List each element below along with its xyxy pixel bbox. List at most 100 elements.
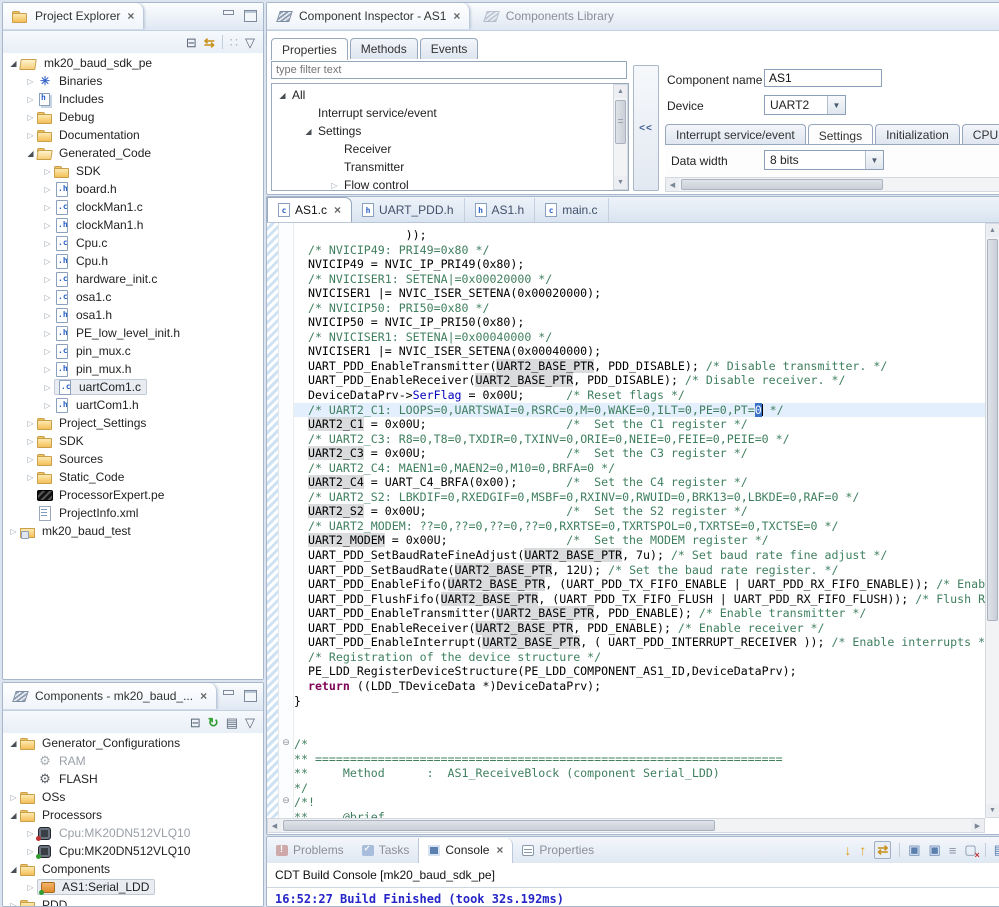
- tab-settings[interactable]: Settings: [807, 124, 874, 145]
- code-line[interactable]: */: [294, 781, 985, 796]
- close-icon[interactable]: ×: [453, 9, 460, 23]
- link-with-editor-icon[interactable]: ⇆: [204, 36, 215, 49]
- code-line[interactable]: UART2_MODEM = 0x00U; /* Set the MODEM re…: [294, 533, 985, 548]
- collapsed-expander-icon[interactable]: ▷: [24, 847, 37, 856]
- tree-item[interactable]: ProcessorExpert.pe: [3, 486, 263, 504]
- tree-item[interactable]: RAM: [3, 752, 263, 770]
- collapsed-expander-icon[interactable]: ▷: [41, 257, 54, 266]
- view-menu-icon[interactable]: ▽: [245, 36, 255, 49]
- chevron-down-icon[interactable]: ▼: [865, 151, 883, 169]
- tree-item[interactable]: Transmitter: [272, 158, 612, 176]
- tree-item[interactable]: ▷ Flow control: [272, 176, 612, 190]
- collapsed-expander-icon[interactable]: ▷: [24, 473, 37, 482]
- tree-item[interactable]: ▷ PDD: [3, 896, 263, 906]
- tab-component-inspector[interactable]: Component Inspector - AS1 ×: [267, 3, 471, 29]
- code-line-current[interactable]: /* UART2_C1: LOOPS=0,UARTSWAI=0,RSRC=0,M…: [294, 402, 985, 418]
- collapsed-expander-icon[interactable]: ▷: [24, 77, 37, 86]
- tab-project-explorer[interactable]: Project Explorer ×: [3, 3, 145, 29]
- collapsed-expander-icon[interactable]: ▷: [41, 329, 54, 338]
- collapsed-expander-icon[interactable]: ▷: [41, 293, 54, 302]
- code-line[interactable]: UART_PDD_SetBaudRateFineAdjust(UART2_BAS…: [294, 548, 985, 563]
- tree-item[interactable]: ▷ Binaries: [3, 72, 263, 90]
- code-line[interactable]: UART2_C3 = 0x00U; /* Set the C3 register…: [294, 446, 985, 461]
- generate-code-icon[interactable]: ▤: [226, 716, 238, 729]
- tree-item[interactable]: Interrupt service/event: [272, 104, 612, 122]
- collapsed-expander-icon[interactable]: ▷: [41, 365, 54, 374]
- tab-cpu-clock-conf[interactable]: CPU clock/conf: [961, 124, 999, 145]
- code-line[interactable]: UART_PDD_EnableReceiver(UART2_BASE_PTR, …: [294, 620, 985, 636]
- code-line[interactable]: UART2_C4 = UART_C4_BRFA(0x00); /* Set th…: [294, 475, 985, 490]
- inspector-hscrollbar[interactable]: ◀: [665, 177, 999, 192]
- tree-item[interactable]: ◢ Generated_Code: [3, 144, 263, 162]
- scroll-to-top-icon[interactable]: ↑: [859, 842, 866, 858]
- tab-events[interactable]: Events: [419, 38, 479, 59]
- close-icon[interactable]: ×: [496, 843, 503, 857]
- collapsed-expander-icon[interactable]: ▷: [41, 239, 54, 248]
- scrollbar-thumb[interactable]: [615, 100, 626, 144]
- fold-collapse-icon[interactable]: ⊖: [280, 737, 292, 748]
- code-line[interactable]: NVICISER1 |= NVIC_ISER_SETENA(0x00020000…: [294, 286, 985, 301]
- tree-item[interactable]: ▷ SDK: [3, 162, 263, 180]
- tab-properties[interactable]: Properties: [513, 838, 603, 863]
- tree-item[interactable]: ▷ OSs: [3, 788, 263, 806]
- tab-initialization[interactable]: Initialization: [875, 124, 960, 145]
- tree-item[interactable]: ▷ Sources: [3, 450, 263, 468]
- tree-item[interactable]: ▷ Documentation: [3, 126, 263, 144]
- tab-console[interactable]: Console ×: [418, 837, 514, 863]
- tree-item[interactable]: ▷ PE_low_level_init.h: [3, 324, 263, 342]
- code-line[interactable]: ** @brief: [294, 810, 985, 818]
- collapse-all-icon[interactable]: ⊟: [186, 36, 197, 49]
- collapsed-expander-icon[interactable]: ▷: [41, 401, 54, 410]
- code-editor[interactable]: ⊖ ⊖ )); /* NVICIP49: PRI49=0x80 */ NVICIP…: [267, 223, 985, 818]
- code-line[interactable]: /*: [294, 737, 985, 752]
- focus-task-icon[interactable]: ∷: [230, 36, 238, 49]
- scroll-up-icon[interactable]: ▲: [614, 85, 627, 98]
- code-line[interactable]: UART2_S2 = 0x00U; /* Set the S2 register…: [294, 504, 985, 519]
- tree-item[interactable]: ▷ Static_Code: [3, 468, 263, 486]
- code-line[interactable]: /* NVICISER1: SETENA|=0x00020000 */: [294, 272, 985, 287]
- collapsed-expander-icon[interactable]: ▷: [328, 181, 341, 190]
- view-menu-icon[interactable]: ▽: [245, 716, 255, 729]
- collapsed-expander-icon[interactable]: ▷: [7, 793, 20, 802]
- tab-uart-pdd-h[interactable]: h UART_PDD.h: [352, 198, 465, 222]
- tree-item[interactable]: Receiver: [272, 140, 612, 158]
- tree-item[interactable]: ▷ Debug: [3, 108, 263, 126]
- tree-item[interactable]: ◢ Components: [3, 860, 263, 878]
- show-console-when-changed-icon[interactable]: ⇄: [874, 841, 892, 859]
- collapsed-expander-icon[interactable]: ▷: [41, 167, 54, 176]
- word-wrap-icon[interactable]: ≡: [949, 843, 957, 858]
- tree-item[interactable]: ▷ hardware_init.c: [3, 270, 263, 288]
- collapsed-expander-icon[interactable]: ▷: [41, 203, 54, 212]
- expanded-expander-icon[interactable]: ◢: [24, 149, 37, 158]
- tree-item[interactable]: ◢ mk20_baud_sdk_pe: [3, 54, 263, 72]
- scroll-down-icon[interactable]: ▼: [614, 176, 627, 189]
- tab-as1-h[interactable]: h AS1.h: [465, 198, 536, 222]
- collapsed-expander-icon[interactable]: ▷: [7, 527, 20, 536]
- code-line[interactable]: UART_PDD_EnableTransmitter(UART2_BASE_PT…: [294, 606, 985, 621]
- tree-item[interactable]: ▷ pin_mux.h: [3, 360, 263, 378]
- code-line[interactable]: ** =====================================…: [294, 752, 985, 767]
- tree-item[interactable]: ▷ uartCom1.h: [3, 396, 263, 414]
- tree-item[interactable]: ▷ osa1.h: [3, 306, 263, 324]
- tree-item[interactable]: ◢ Processors: [3, 806, 263, 824]
- code-line[interactable]: /* NVICIP50: PRI50=0x80 */: [294, 301, 985, 316]
- tree-item[interactable]: ▷ osa1.c: [3, 288, 263, 306]
- tree-item[interactable]: ▷ SDK: [3, 432, 263, 450]
- tab-as1-c[interactable]: c AS1.c ×: [267, 197, 353, 222]
- code-line[interactable]: /* NVICIP49: PRI49=0x80 */: [294, 243, 985, 258]
- collapsed-expander-icon[interactable]: ▷: [41, 275, 54, 284]
- collapsed-expander-icon[interactable]: ▷: [41, 221, 54, 230]
- scroll-up-icon[interactable]: ▲: [986, 224, 999, 237]
- tab-problems[interactable]: Problems: [267, 838, 353, 863]
- pin-console-icon[interactable]: ▤: [994, 842, 999, 858]
- collapse-all-icon[interactable]: ⊟: [190, 716, 201, 729]
- code-line[interactable]: /* UART2_C3: R8=0,T8=0,TXDIR=0,TXINV=0,O…: [294, 432, 985, 447]
- data-width-combo[interactable]: 8 bits ▼: [764, 150, 884, 170]
- tree-item[interactable]: ▷ Project_Settings: [3, 414, 263, 432]
- tab-main-c[interactable]: c main.c: [535, 198, 609, 222]
- collapsed-expander-icon[interactable]: ▷: [24, 437, 37, 446]
- collapsed-expander-icon[interactable]: ▷: [24, 95, 37, 104]
- expanded-expander-icon[interactable]: ◢: [7, 739, 20, 748]
- tab-properties[interactable]: Properties: [271, 38, 348, 60]
- collapsed-expander-icon[interactable]: ▷: [24, 419, 37, 428]
